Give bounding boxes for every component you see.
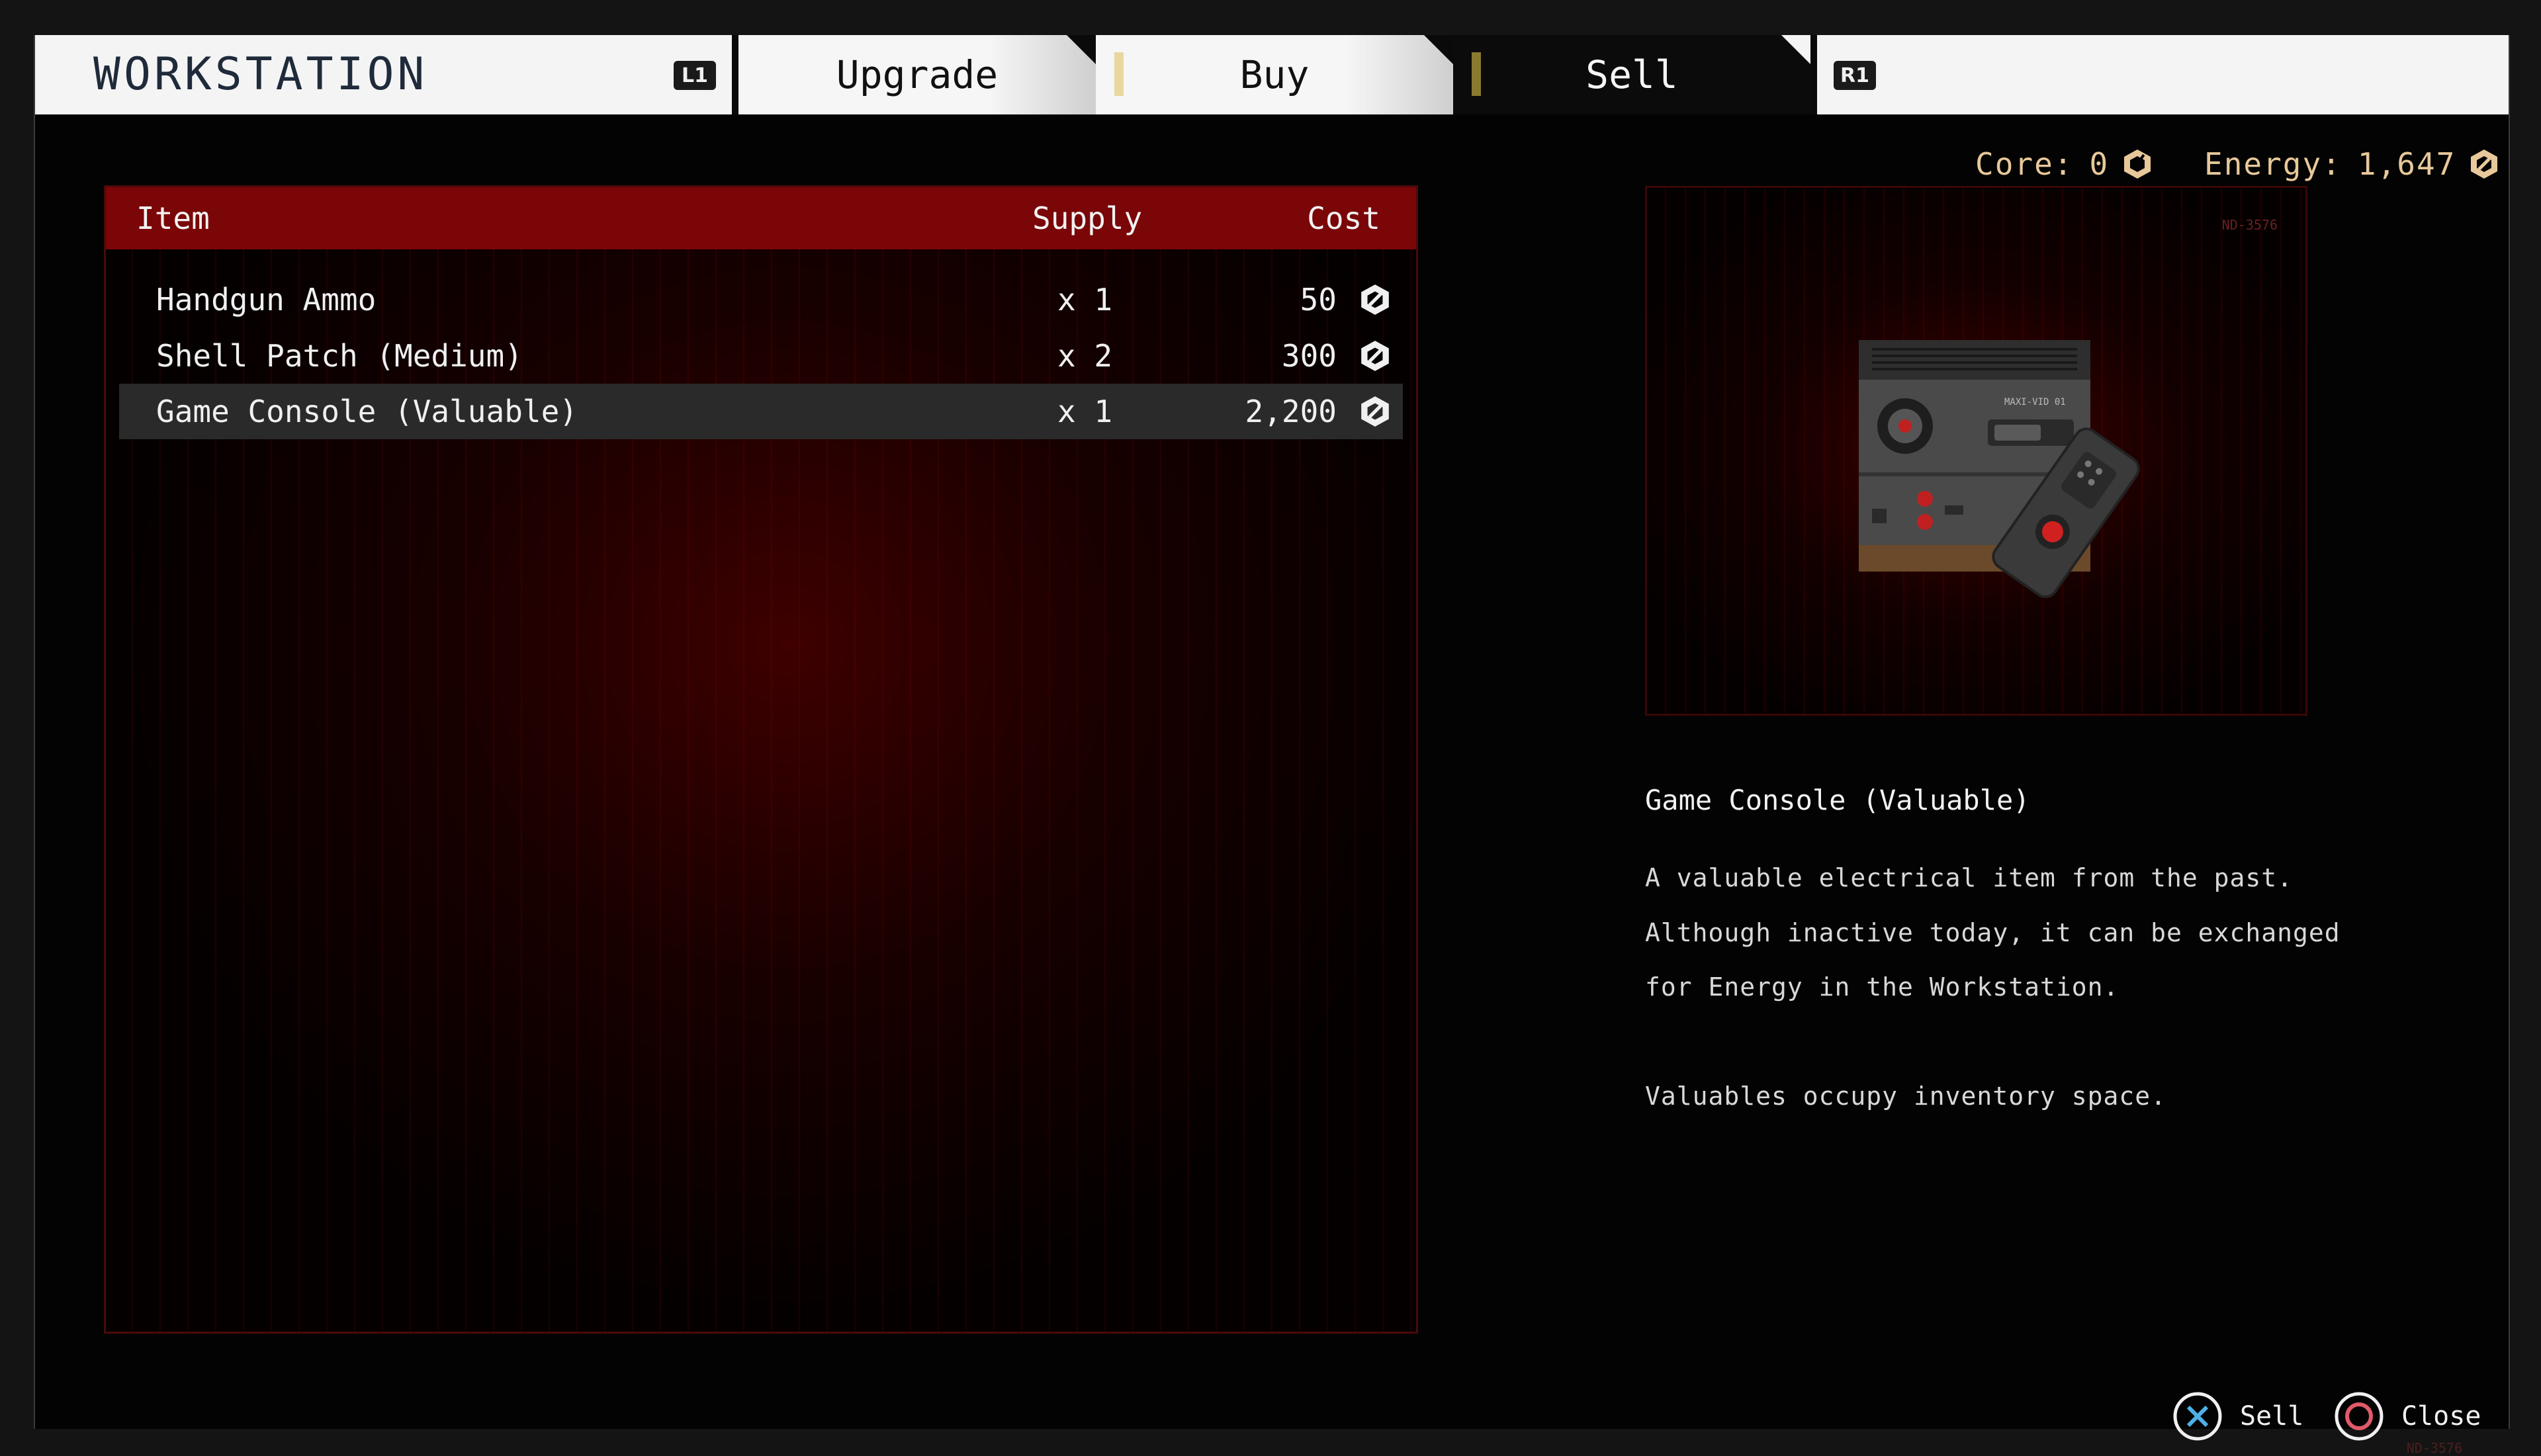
energy-value: 1,647 bbox=[2357, 146, 2456, 182]
core-label: Core: bbox=[1975, 146, 2074, 182]
tab-buy-label: Buy bbox=[1239, 52, 1310, 97]
tab-corner-notch bbox=[1424, 35, 1453, 64]
item-description-line: for Energy in the Workstation. bbox=[1645, 972, 2119, 1002]
workstation-window: WORKSTATION L1 Upgrade Buy Sell R1 Core:… bbox=[34, 35, 2510, 1456]
list-item[interactable]: Handgun Ammo x 1 50 bbox=[119, 272, 1403, 327]
game-console-image: MAXI-VID 01 bbox=[1859, 340, 2140, 599]
tab-upgrade-label: Upgrade bbox=[836, 52, 999, 97]
corner-code: ND-3576 bbox=[2406, 1440, 2462, 1456]
list-item[interactable]: Shell Patch (Medium) x 2 300 bbox=[119, 328, 1403, 384]
item-name: Handgun Ammo bbox=[156, 282, 377, 318]
tab-upgrade[interactable]: Upgrade bbox=[738, 35, 1096, 114]
column-header-supply: Supply bbox=[1032, 200, 1143, 236]
energy-hex-icon bbox=[1361, 396, 1389, 427]
tab-buy[interactable]: Buy bbox=[1096, 35, 1453, 114]
tab-corner-notch bbox=[1781, 35, 1810, 64]
column-header-item: Item bbox=[136, 200, 210, 236]
item-name: Shell Patch (Medium) bbox=[156, 338, 523, 374]
r1-button-icon[interactable]: R1 bbox=[1834, 61, 1876, 90]
energy-label: Energy: bbox=[2204, 146, 2342, 182]
sell-prompt[interactable]: Sell bbox=[2172, 1390, 2303, 1443]
sell-prompt-label: Sell bbox=[2240, 1401, 2304, 1432]
item-supply: x 2 bbox=[1057, 338, 1113, 374]
item-preview: ND-3576 MAXI-VID 01 bbox=[1645, 186, 2307, 716]
close-prompt-label: Close bbox=[2401, 1401, 2481, 1432]
tab-indicator-mark bbox=[1472, 52, 1481, 96]
item-description-line: Valuables occupy inventory space. bbox=[1645, 1082, 2166, 1111]
list-header: Item Supply Cost bbox=[106, 187, 1416, 249]
item-name: Game Console (Valuable) bbox=[156, 394, 578, 429]
preview-code: ND-3576 bbox=[2221, 217, 2278, 233]
item-detail-title: Game Console (Valuable) bbox=[1645, 784, 2030, 816]
close-prompt[interactable]: Close bbox=[2334, 1390, 2481, 1443]
item-cost: 2,200 bbox=[1245, 394, 1337, 429]
core-counter: Core: 0 bbox=[1975, 141, 2154, 187]
item-supply: x 1 bbox=[1057, 394, 1113, 429]
item-cost: 300 bbox=[1281, 338, 1337, 374]
core-value: 0 bbox=[2089, 146, 2110, 182]
core-hex-icon bbox=[2124, 150, 2151, 179]
energy-counter: Energy: 1,647 bbox=[2204, 141, 2501, 187]
tab-corner-notch bbox=[1067, 35, 1096, 64]
tab-divider bbox=[1810, 35, 1817, 114]
energy-hex-icon bbox=[2471, 150, 2498, 179]
tab-divider bbox=[732, 35, 738, 114]
circle-button-icon bbox=[2335, 1392, 2384, 1441]
top-bar: WORKSTATION L1 Upgrade Buy Sell R1 bbox=[35, 35, 2509, 114]
column-header-cost: Cost bbox=[1307, 200, 1380, 236]
list-item-selected[interactable]: Game Console (Valuable) x 1 2,200 bbox=[119, 384, 1403, 439]
energy-hex-icon bbox=[1361, 341, 1389, 371]
tab-indicator-mark bbox=[1114, 52, 1124, 96]
energy-hex-icon bbox=[1361, 284, 1389, 315]
sell-item-list: Item Supply Cost Handgun Ammo x 1 50 She… bbox=[104, 185, 1418, 1334]
cross-button-icon bbox=[2173, 1392, 2222, 1441]
item-description-line: Although inactive today, it can be excha… bbox=[1645, 918, 2340, 947]
workstation-title: WORKSTATION bbox=[93, 48, 428, 101]
item-cost: 50 bbox=[1300, 282, 1337, 318]
l1-button-icon[interactable]: L1 bbox=[674, 61, 716, 90]
item-supply: x 1 bbox=[1057, 282, 1113, 318]
tab-sell-label: Sell bbox=[1585, 52, 1678, 97]
tab-sell[interactable]: Sell bbox=[1453, 35, 1810, 114]
console-label: MAXI-VID 01 bbox=[2004, 397, 2066, 407]
item-description-line: A valuable electrical item from the past… bbox=[1645, 863, 2293, 892]
